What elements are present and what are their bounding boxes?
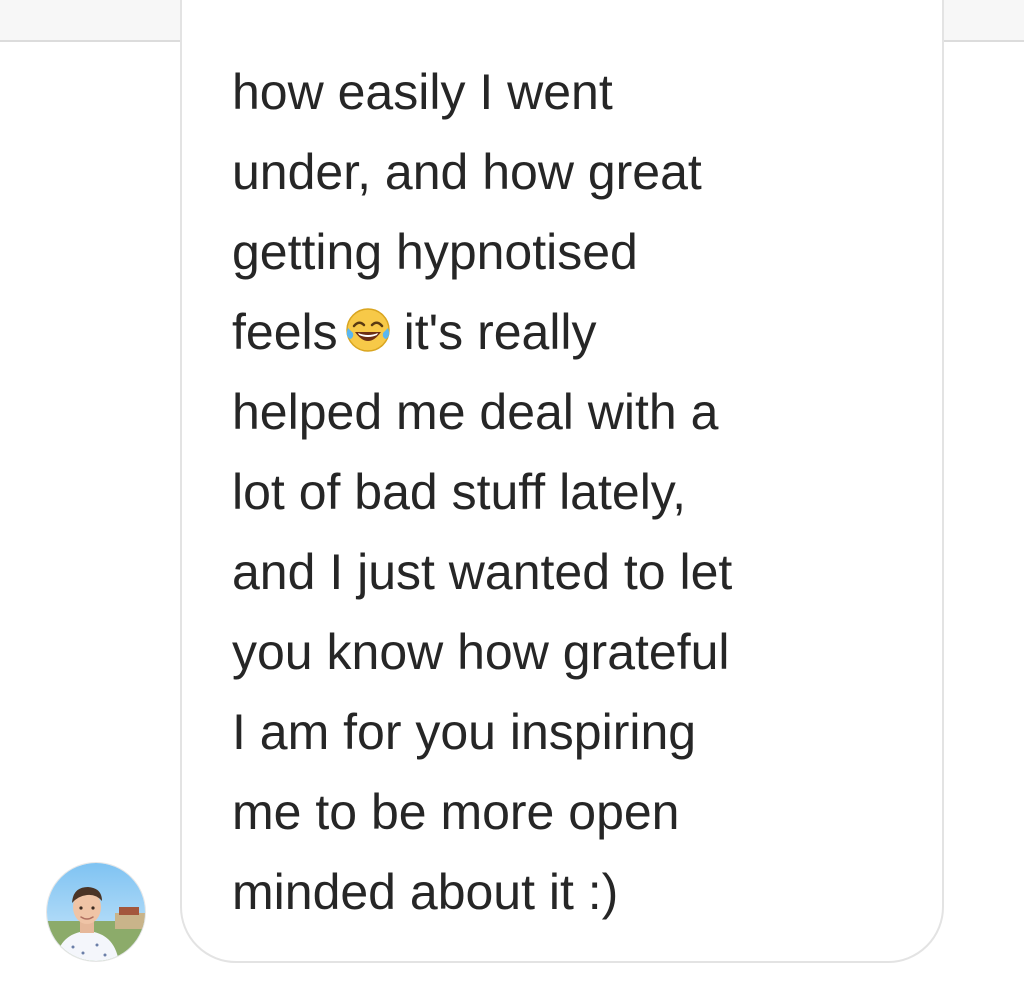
message-line: helped me deal with a (232, 384, 719, 440)
message-text-segment: feels (232, 304, 338, 360)
message-text: how easily I went under, and how great g… (232, 52, 732, 932)
message-line: under, and how great (232, 144, 702, 200)
tears-of-joy-emoji-icon (345, 308, 390, 352)
message-line: I am for you inspiring (232, 704, 697, 760)
message-line: and I just wanted to let (232, 544, 733, 600)
avatar-photo-icon (47, 863, 145, 961)
message-line: feels it's really (232, 292, 732, 372)
chat-screen: how easily I went under, and how great g… (0, 0, 1024, 981)
message-line: getting hypnotised (232, 224, 638, 280)
message-text-segment: it's really (403, 304, 597, 360)
message-line: lot of bad stuff lately, (232, 464, 686, 520)
message-line: you know how grateful (232, 624, 730, 680)
message-line: minded about it :) (232, 864, 619, 920)
message-line: me to be more open (232, 784, 680, 840)
sender-avatar[interactable] (46, 862, 146, 962)
message-line: how easily I went (232, 64, 613, 120)
